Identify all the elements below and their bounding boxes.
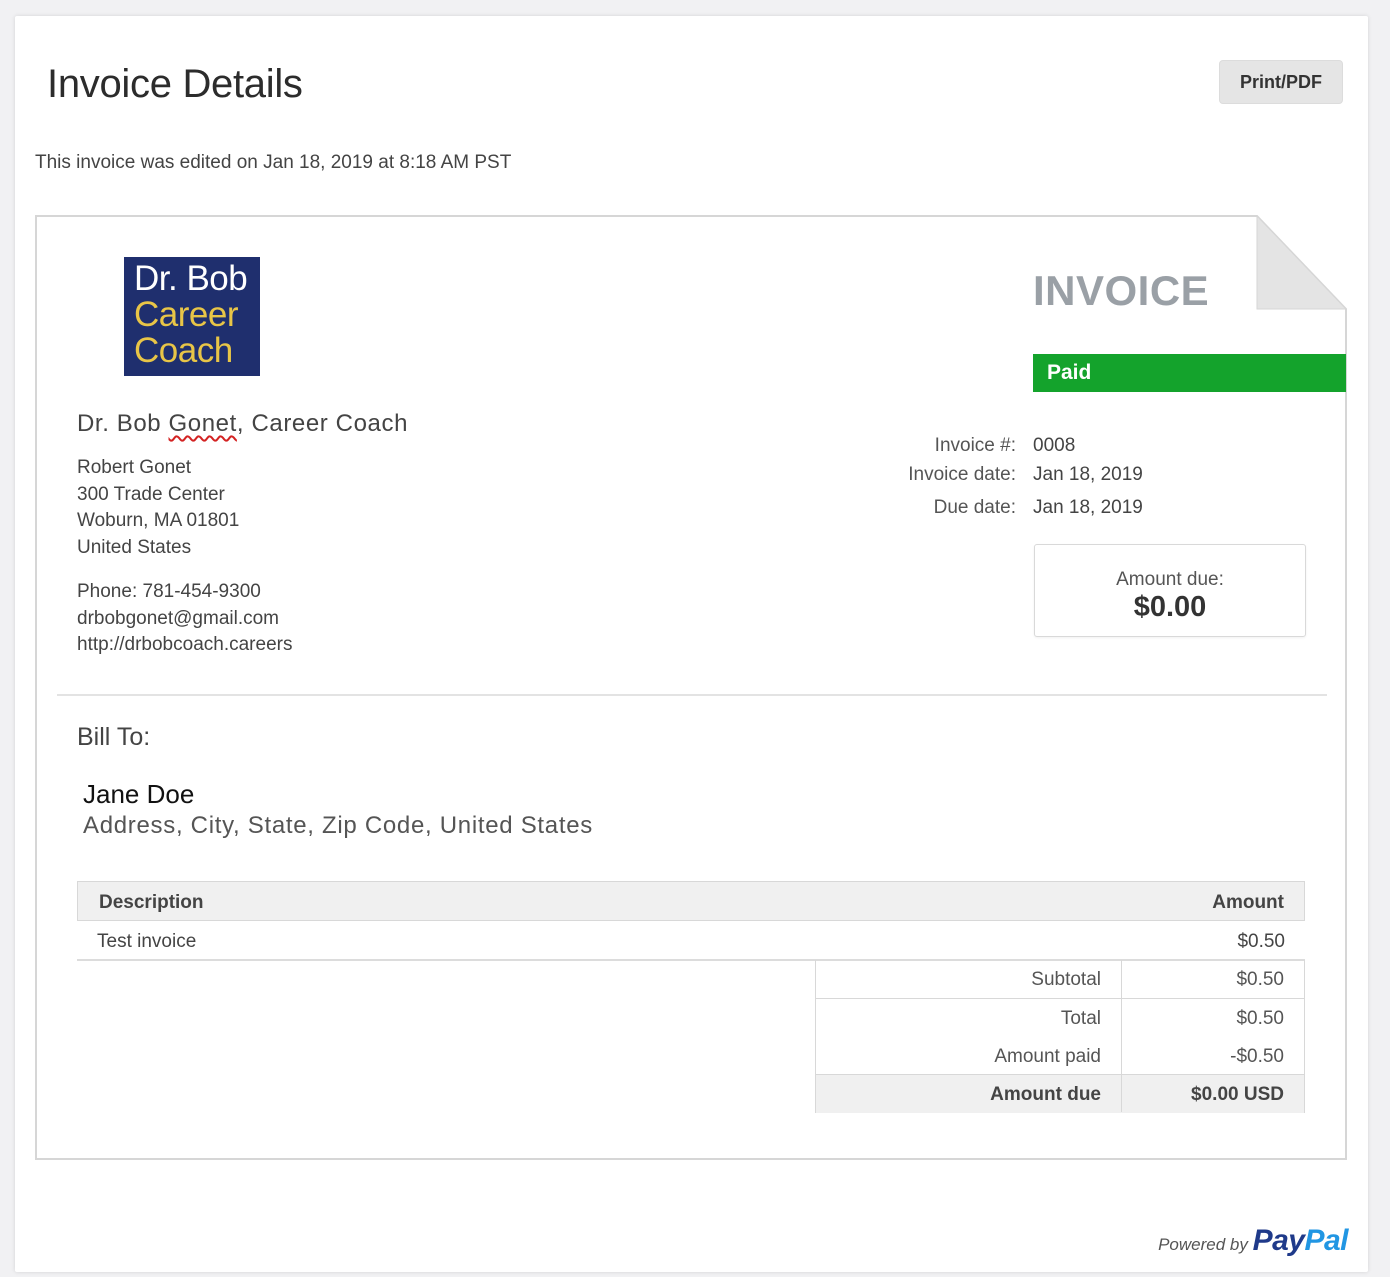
meta-value: Jan 18, 2019 (1033, 497, 1143, 518)
totals-value: $0.50 (1236, 1008, 1284, 1029)
amount-due-box: Amount due: $0.00 (1034, 544, 1306, 637)
totals-label: Subtotal (1031, 969, 1101, 990)
totals-value: $0.50 (1236, 969, 1284, 990)
business-logo: Dr. Bob Career Coach (124, 257, 260, 376)
totals-column-divider (1121, 960, 1122, 1112)
item-amount: $0.50 (1237, 931, 1285, 952)
totals-row-total: Total $0.50 (816, 999, 1304, 1037)
meta-row-due-date: Due date: Jan 18, 2019 (860, 497, 1160, 521)
business-name: Dr. Bob Gonet, Career Coach (77, 410, 408, 438)
paypal-logo: PayPal (1252, 1224, 1349, 1257)
meta-value: Jan 18, 2019 (1033, 464, 1143, 485)
business-name-misspelled: Gonet (168, 410, 237, 437)
meta-row-invoice-date: Invoice date: Jan 18, 2019 (860, 464, 1160, 488)
business-name-part: Dr. Bob (77, 410, 169, 437)
edited-note: This invoice was edited on Jan 18, 2019 … (35, 152, 512, 173)
page-title: Invoice Details (47, 62, 303, 106)
business-contact: Phone: 781-454-9300 drbobgonet@gmail.com… (77, 579, 292, 659)
meta-label: Invoice #: (934, 435, 1016, 456)
table-row: Test invoice $0.50 (77, 921, 1305, 961)
amount-due-value: $0.00 (1133, 591, 1207, 623)
logo-line-2: Career (134, 295, 238, 334)
folded-corner (1256, 215, 1347, 310)
powered-by-text: Powered by (1158, 1235, 1248, 1254)
customer-address: Address, City, State, Zip Code, United S… (83, 812, 593, 839)
logo-line-3: Coach (134, 331, 233, 370)
meta-label: Invoice date: (908, 464, 1016, 485)
business-email: drbobgonet@gmail.com (77, 607, 280, 629)
totals-row-subtotal: Subtotal $0.50 (816, 960, 1304, 999)
business-website: http://drbobcoach.careers (77, 634, 293, 655)
print-pdf-button[interactable]: Print/PDF (1219, 60, 1343, 104)
totals-label: Total (1060, 1008, 1101, 1029)
address-country: United States (77, 536, 192, 558)
totals-table: Subtotal $0.50 Total $0.50 Amount paid -… (815, 960, 1305, 1113)
customer-name: Jane Doe (83, 779, 195, 809)
address-line-1: 300 Trade Center (77, 483, 225, 505)
business-name-part: , Career Coach (236, 410, 409, 437)
totals-label: Amount due (990, 1084, 1101, 1105)
totals-row-amount-paid: Amount paid -$0.50 (816, 1037, 1304, 1075)
amount-due-label: Amount due: (1116, 569, 1224, 590)
business-phone: Phone: 781-454-9300 (77, 581, 261, 602)
item-description: Test invoice (97, 931, 197, 952)
section-divider (57, 694, 1327, 696)
address-line-2: Woburn, MA 01801 (77, 510, 240, 531)
totals-value: $0.00 USD (1191, 1084, 1284, 1105)
totals-label: Amount paid (994, 1046, 1101, 1067)
bill-to-label: Bill To: (77, 723, 151, 751)
meta-label: Due date: (933, 497, 1016, 518)
items-table-header: Description Amount (77, 881, 1305, 921)
paypal-logo-part: Pay (1252, 1224, 1305, 1257)
business-address: Robert Gonet 300 Trade Center Woburn, MA… (77, 455, 239, 561)
powered-by-paypal: Powered by PayPal (1158, 1224, 1348, 1258)
column-description: Description (99, 892, 204, 913)
column-amount: Amount (1212, 892, 1284, 913)
logo-line-1: Dr. Bob (134, 259, 248, 298)
meta-value: 0008 (1033, 435, 1076, 456)
meta-row-invoice-number: Invoice #: 0008 (860, 435, 1160, 459)
status-badge: Paid (1033, 354, 1346, 392)
totals-value: -$0.50 (1230, 1046, 1284, 1067)
paypal-logo-part: Pal (1304, 1224, 1348, 1257)
invoice-heading: INVOICE (1033, 267, 1210, 314)
totals-row-amount-due: Amount due $0.00 USD (816, 1074, 1304, 1113)
contact-name: Robert Gonet (77, 457, 192, 478)
